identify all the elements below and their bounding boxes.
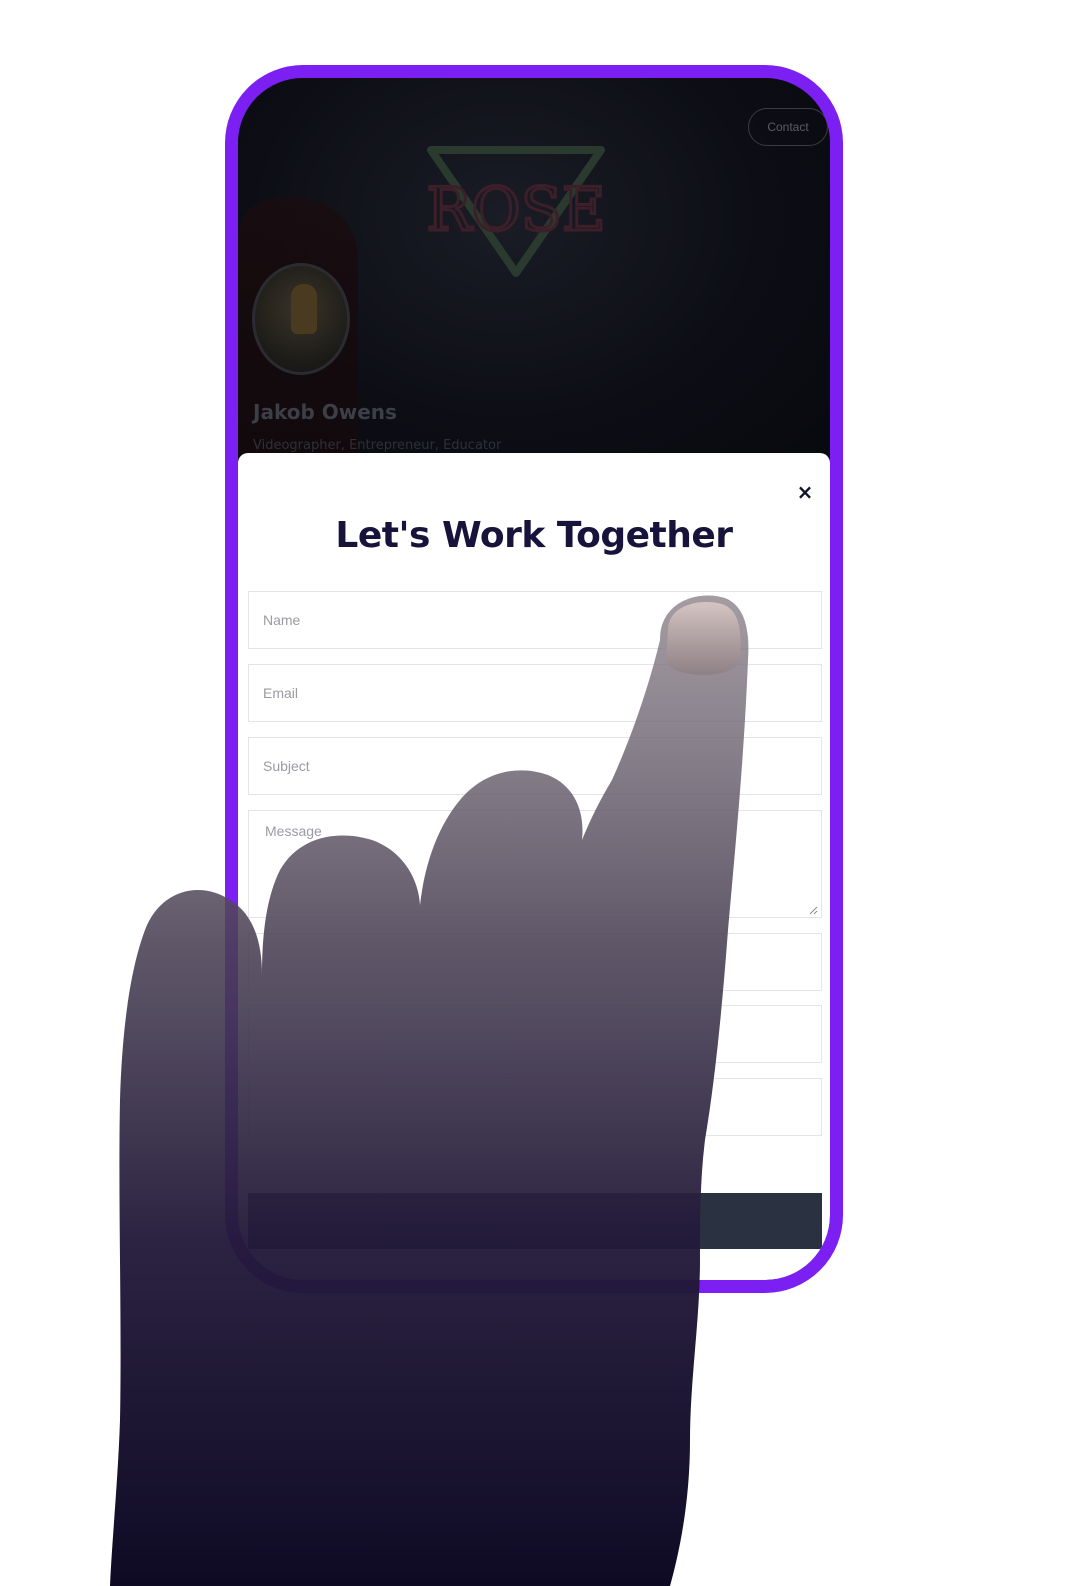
extra-input-3[interactable]	[248, 1078, 822, 1136]
name-input[interactable]	[248, 591, 822, 649]
submit-button[interactable]	[248, 1193, 822, 1249]
avatar-figure	[291, 284, 317, 334]
stage: ROSE Contact Jakob Owens Videographer, E…	[0, 0, 1080, 1586]
close-icon[interactable]: ×	[794, 480, 816, 504]
email-input[interactable]	[248, 664, 822, 722]
profile-name: Jakob Owens	[253, 400, 397, 424]
subject-input[interactable]	[248, 737, 822, 795]
hero-background: ROSE Contact Jakob Owens Videographer, E…	[238, 78, 830, 478]
neon-logo-text: ROSE	[426, 175, 605, 245]
phone-frame: ROSE Contact Jakob Owens Videographer, E…	[225, 65, 843, 1293]
extra-input-2[interactable]	[248, 1005, 822, 1063]
avatar	[252, 263, 350, 375]
profile-tagline: Videographer, Entrepreneur, Educator	[253, 438, 502, 453]
neon-logo: ROSE	[425, 146, 607, 277]
resize-grip-icon[interactable]	[808, 905, 818, 915]
modal-title: Let's Work Together	[335, 515, 733, 556]
contact-button[interactable]: Contact	[748, 108, 828, 146]
contact-modal: × Let's Work Together	[238, 453, 830, 1280]
message-textarea[interactable]	[248, 810, 822, 918]
extra-input-1[interactable]	[248, 933, 822, 991]
phone-screen: ROSE Contact Jakob Owens Videographer, E…	[238, 78, 830, 1280]
